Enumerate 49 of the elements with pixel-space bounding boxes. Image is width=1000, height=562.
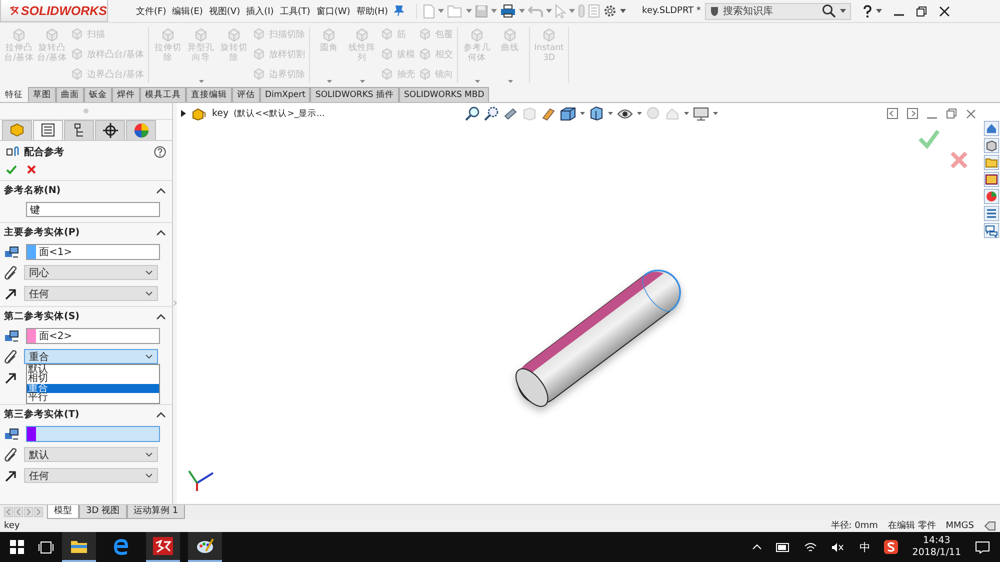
mate-type-dropdown[interactable]: 默认 bbox=[24, 447, 158, 462]
command-tab[interactable]: SOLIDWORKS MBD bbox=[399, 86, 490, 102]
mate-type-dropdown[interactable]: 同心 bbox=[24, 265, 158, 280]
entity-name: 面<2> bbox=[39, 330, 72, 343]
command-tab[interactable]: 焊件 bbox=[112, 86, 140, 102]
section-title: 参考名称(N) bbox=[4, 184, 61, 198]
mate-type-dropdown[interactable]: 重合 bbox=[24, 349, 158, 364]
unit-system[interactable]: MMGS bbox=[946, 520, 974, 530]
section-title: 第二参考实体(S) bbox=[4, 310, 80, 324]
entity-selection-field[interactable]: 面<2> bbox=[26, 328, 160, 344]
command-tab[interactable]: 草图 bbox=[28, 86, 56, 102]
name-field[interactable]: 键 bbox=[26, 202, 160, 218]
radius-readout: 半径: 0mm bbox=[830, 520, 878, 532]
menu-item[interactable]: 文件(F) bbox=[136, 4, 166, 18]
alignment-dropdown[interactable]: 任何 bbox=[24, 286, 158, 302]
dropdown-option[interactable]: 平行 bbox=[27, 393, 159, 403]
menu-item[interactable]: 视图(V) bbox=[208, 4, 240, 18]
clock-time[interactable]: 14:43 bbox=[922, 535, 950, 547]
command-tab[interactable]: 曲面 bbox=[56, 86, 84, 102]
entity-selection-field[interactable]: 面<1> bbox=[26, 244, 160, 260]
entity-name: 面<1> bbox=[39, 246, 72, 259]
section-title: 第三参考实体(T) bbox=[4, 408, 80, 422]
view-tab[interactable]: 模型 bbox=[47, 505, 79, 519]
part-name[interactable]: key bbox=[212, 108, 229, 120]
clock-date[interactable]: 2018/1/11 bbox=[912, 547, 961, 559]
command-tab[interactable]: SOLIDWORKS 插件 bbox=[310, 86, 400, 102]
command-tab[interactable]: 钣金 bbox=[84, 86, 112, 102]
command-tab[interactable]: DimXpert bbox=[260, 86, 310, 102]
dropdown-option[interactable]: 默认 bbox=[27, 364, 159, 374]
command-tab[interactable]: 模具工具 bbox=[140, 86, 186, 102]
menu-item[interactable]: 帮助(H) bbox=[356, 4, 388, 18]
status-text: key bbox=[4, 520, 20, 530]
menu-item[interactable]: 插入(I) bbox=[246, 4, 274, 18]
dropdown-option[interactable]: 相切 bbox=[27, 374, 159, 384]
edit-mode-status: 在编辑 零件 bbox=[888, 520, 936, 532]
command-tab[interactable]: 直接编辑 bbox=[186, 86, 232, 102]
view-tab[interactable]: 3D 视图 bbox=[79, 505, 127, 519]
command-tab[interactable]: 评估 bbox=[232, 86, 260, 102]
menu-item[interactable]: 编辑(E) bbox=[172, 4, 203, 18]
alignment-dropdown[interactable]: 任何 bbox=[24, 468, 158, 484]
panel-title: 配合参考 bbox=[24, 146, 64, 159]
configuration-label: (默认<<默认>_显示... bbox=[234, 108, 325, 120]
view-tab[interactable]: 运动算例 1 bbox=[126, 505, 186, 519]
menu-item[interactable]: 窗口(W) bbox=[316, 4, 350, 18]
section-title: 主要参考实体(P) bbox=[4, 226, 80, 240]
document-title: key.SLDPRT * bbox=[642, 6, 701, 16]
input-method-indicator[interactable]: 中 bbox=[859, 540, 870, 554]
menu-item[interactable]: 工具(T) bbox=[280, 4, 310, 18]
app-logo[interactable]: SOLIDWORKS bbox=[0, 0, 108, 22]
